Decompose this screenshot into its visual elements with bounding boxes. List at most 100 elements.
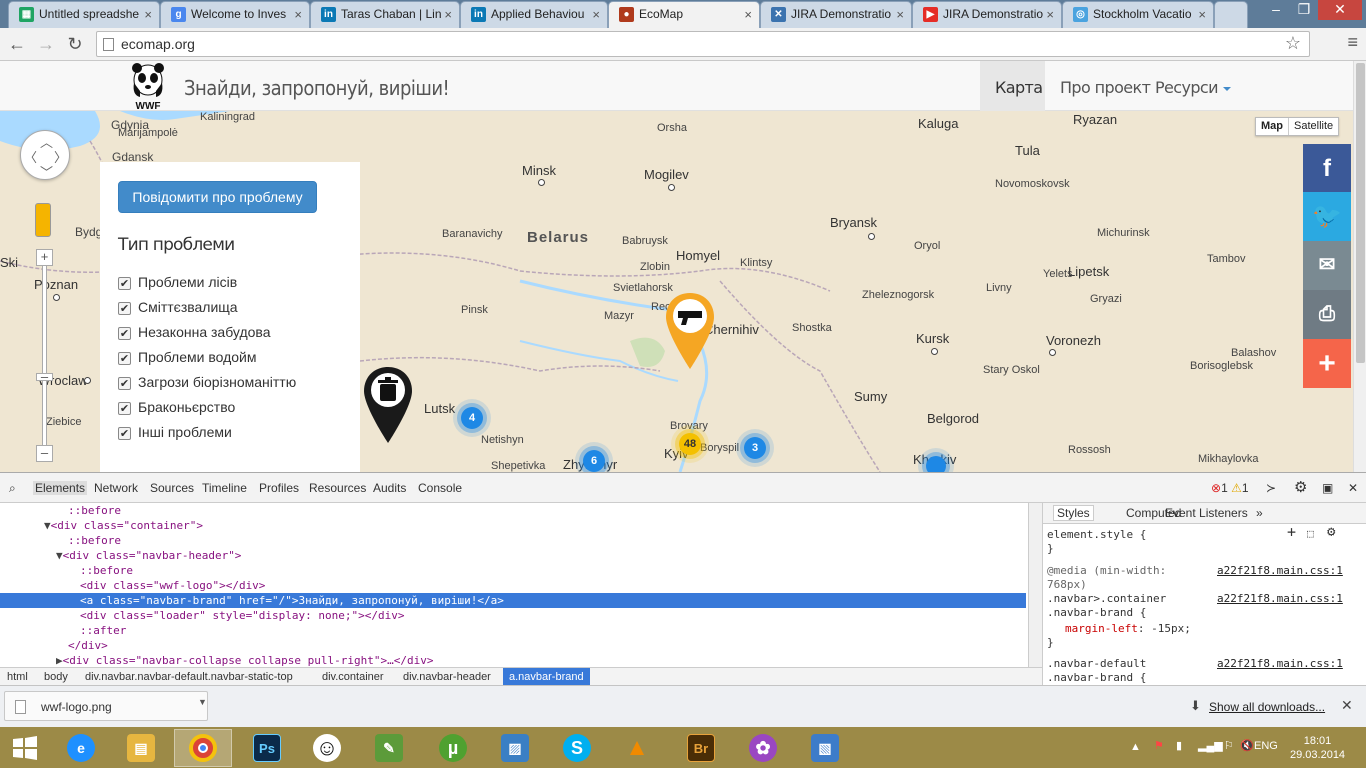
address-bar[interactable]: ecomap.org ☆ [96, 31, 1310, 57]
expand-arrow-icon[interactable]: ▼ [44, 519, 51, 532]
page-scrollbar[interactable] [1353, 61, 1366, 472]
style-selector[interactable]: .navbar-default [1047, 657, 1146, 671]
dom-node[interactable]: ::after [80, 623, 126, 638]
breadcrumb-item-selected[interactable]: a.navbar-brand [503, 668, 590, 686]
error-warning-counter[interactable]: ⊗1 ⚠1 [1211, 481, 1249, 495]
twitter-share-button[interactable]: 🐦 [1303, 192, 1351, 241]
marker-cluster[interactable]: 4 [461, 407, 483, 429]
tab-resources[interactable]: Resources [309, 481, 366, 495]
zoom-in-button[interactable]: + [36, 249, 53, 266]
dom-node[interactable]: ▼<div class="navbar-header"> [56, 548, 241, 563]
wwf-logo[interactable]: WWF [130, 63, 166, 111]
expand-arrow-icon[interactable]: ▼ [56, 549, 63, 562]
breadcrumb-item[interactable]: div.navbar-header [403, 671, 491, 683]
browser-tab[interactable]: in Taras Chaban | Lin × [310, 1, 460, 28]
pan-control[interactable]: ︿ ﹀ 〈 〉 [20, 130, 70, 180]
checkbox-checked[interactable]: ✔ [118, 352, 131, 365]
taskbar-app[interactable]: ▤ [112, 729, 170, 767]
download-item[interactable]: wwf-logo.png ▼ [4, 691, 208, 721]
console-drawer-icon[interactable]: ≻ [1266, 481, 1276, 495]
tab-console[interactable]: Console [418, 481, 462, 495]
marker-cluster[interactable]: 48 [679, 433, 701, 455]
browser-tab[interactable]: ◎ Stockholm Vacatio × [1062, 1, 1214, 28]
new-tab-button[interactable] [1214, 1, 1248, 28]
breadcrumb-item[interactable]: div.container [322, 671, 384, 683]
zoom-slider[interactable] [42, 261, 47, 461]
back-arrow-icon[interactable]: ← [5, 32, 29, 56]
style-selector[interactable]: .navbar>.container [1047, 592, 1166, 606]
taskbar-app[interactable]: S [548, 729, 606, 767]
pan-up-icon[interactable]: ︿ [40, 132, 53, 151]
nav-resources[interactable]: Ресурси [1140, 61, 1246, 111]
devtools-close-icon[interactable]: ✕ [1348, 481, 1358, 495]
dom-node[interactable]: ::before [80, 563, 133, 578]
style-property[interactable]: margin-left: -15px; [1065, 622, 1191, 636]
dom-node[interactable]: ▼<div class="container"> [44, 518, 203, 533]
tab-elements[interactable]: Elements [33, 481, 88, 495]
dom-node[interactable]: ::before [68, 503, 121, 518]
close-icon[interactable]: × [1198, 2, 1206, 27]
taskbar-app[interactable]: ✿ [734, 729, 792, 767]
taskbar-app[interactable]: Ps [238, 729, 296, 767]
dom-node[interactable]: <div class="wwf-logo"></div> [80, 578, 265, 593]
report-problem-button[interactable]: Повідомити про проблему [118, 181, 317, 213]
poaching-marker[interactable] [664, 291, 716, 371]
element-state-icon[interactable]: ⬚ [1307, 527, 1314, 541]
close-icon[interactable]: × [144, 2, 152, 27]
checkbox-checked[interactable]: ✔ [118, 327, 131, 340]
close-icon[interactable]: × [592, 2, 600, 27]
tab-profiles[interactable]: Profiles [259, 481, 299, 495]
taskbar-app-active[interactable] [174, 729, 232, 767]
volume-icon[interactable]: 🔇 [1240, 739, 1254, 752]
flag-icon[interactable]: ⚐ [1224, 739, 1234, 752]
url-text[interactable]: ecomap.org [121, 36, 195, 52]
taskbar-app[interactable]: Br [672, 729, 730, 767]
show-hidden-icons-icon[interactable]: ▲ [1130, 741, 1141, 753]
pan-right-icon[interactable]: 〉 [54, 147, 67, 166]
pan-left-icon[interactable]: 〈 [24, 147, 37, 166]
style-selector[interactable]: .navbar-brand { [1047, 606, 1146, 620]
email-share-button[interactable]: ✉ [1303, 241, 1351, 290]
breadcrumb-item[interactable]: body [44, 671, 68, 683]
map-canvas[interactable]: Belarus Minsk Mogilev Bryansk Kursk Voro… [0, 111, 1353, 472]
taskbar-app[interactable]: e [52, 729, 110, 767]
zoom-slider-handle[interactable]: – [36, 370, 53, 383]
dom-node[interactable]: ▶<div class="navbar-collapse collapse pu… [56, 653, 434, 667]
clock[interactable]: 18:01 29.03.2014 [1290, 734, 1345, 762]
window-close-icon[interactable]: ✕ [1318, 0, 1362, 20]
close-icon[interactable]: × [744, 2, 752, 27]
maximize-icon[interactable]: ❐ [1290, 0, 1318, 20]
tab-audits[interactable]: Audits [373, 481, 406, 495]
dom-scrollbar[interactable] [1028, 503, 1042, 667]
taskbar-app[interactable]: ▲ [608, 729, 666, 767]
keyboard-language[interactable]: ENG [1254, 740, 1278, 752]
dock-icon[interactable]: ▣ [1322, 481, 1333, 495]
close-icon[interactable]: × [896, 2, 904, 27]
signal-icon[interactable]: ▂▄▆ [1198, 739, 1223, 752]
bookmark-star-icon[interactable]: ☆ [1285, 33, 1301, 54]
browser-tab[interactable]: ▶ JIRA Demonstratio × [912, 1, 1062, 28]
network-error-icon[interactable]: ⚑ [1154, 739, 1164, 752]
marker-cluster[interactable]: 6 [583, 450, 605, 472]
battery-icon[interactable]: ▮ [1176, 739, 1182, 752]
nav-map[interactable]: Карта [980, 61, 1045, 111]
dropdown-arrow-icon[interactable]: ▼ [198, 697, 207, 707]
pan-down-icon[interactable]: ﹀ [40, 162, 53, 181]
close-icon[interactable]: × [444, 2, 452, 27]
tab-timeline[interactable]: Timeline [202, 481, 247, 495]
chrome-menu-icon[interactable]: ≡ [1347, 32, 1358, 53]
breadcrumb-item[interactable]: html [7, 671, 28, 683]
map-type-map-button[interactable]: Map [1256, 118, 1289, 135]
marker-cluster[interactable]: 3 [744, 437, 766, 459]
style-source-link[interactable]: a22f21f8.main.css:1 [1217, 564, 1343, 578]
checkbox-checked[interactable]: ✔ [118, 302, 131, 315]
style-rule[interactable]: element.style { [1047, 528, 1146, 542]
tab-styles[interactable]: Styles [1053, 505, 1094, 521]
marker-cluster[interactable] [926, 456, 946, 472]
navbar-brand[interactable]: Знайди, запропонуй, виріши! [184, 76, 450, 100]
inspect-search-icon[interactable]: ⌕ [9, 481, 16, 496]
zoom-out-button[interactable]: – [36, 445, 53, 462]
reload-icon[interactable]: ↻ [63, 32, 87, 56]
browser-tab[interactable]: in Applied Behaviou × [460, 1, 608, 28]
taskbar-app[interactable]: ▧ [796, 729, 854, 767]
